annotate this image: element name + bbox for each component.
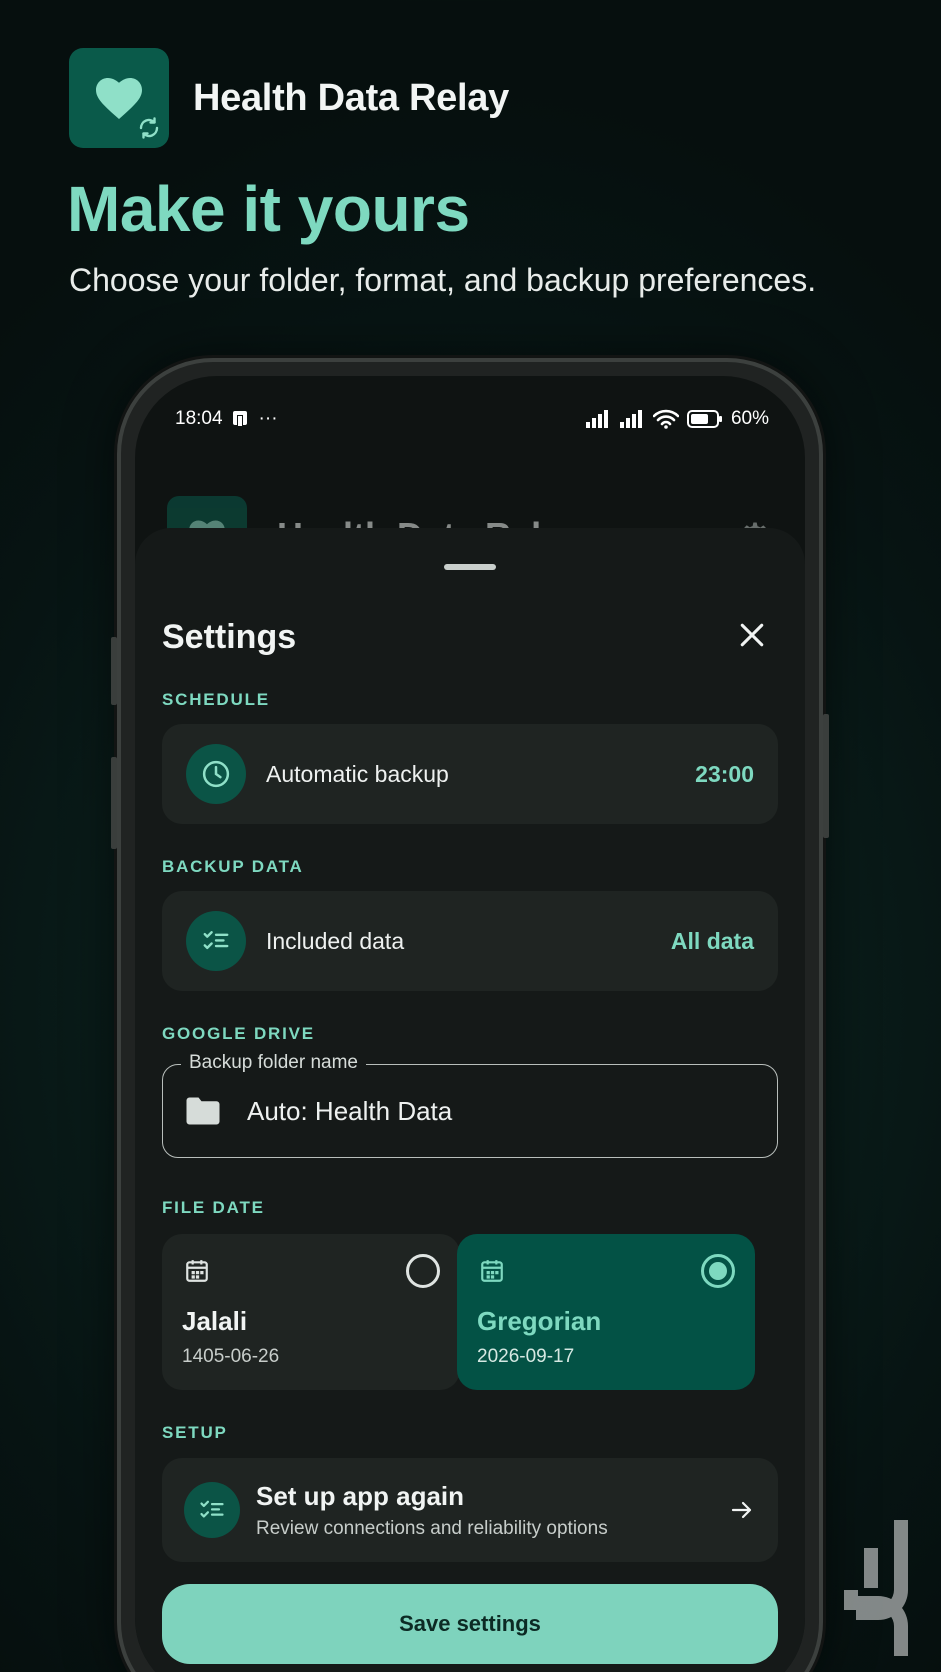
more-notifications-icon: ··· xyxy=(258,408,278,429)
side-button-right xyxy=(823,714,829,838)
section-label-schedule: SCHEDULE xyxy=(162,690,270,709)
jalali-radio[interactable] xyxy=(406,1254,440,1288)
headline: Make it yours xyxy=(67,173,470,245)
section-label-file-date: FILE DATE xyxy=(162,1198,265,1217)
status-time: 18:04 xyxy=(175,408,223,429)
folder-icon xyxy=(186,1097,220,1125)
section-label-setup: SETUP xyxy=(162,1423,228,1442)
backup-folder-value: Auto: Health Data xyxy=(247,1095,453,1126)
backup-folder-legend: Backup folder name xyxy=(181,1052,366,1074)
phone-screen: 18:04 ··· 60% Health Data Relay Settings xyxy=(135,376,805,1672)
included-data-value: All data xyxy=(670,927,754,954)
backup-folder-field[interactable]: Backup folder name Auto: Health Data xyxy=(162,1052,778,1158)
close-icon[interactable] xyxy=(739,622,765,648)
battery-percent: 60% xyxy=(730,408,769,429)
calendar-icon xyxy=(481,1260,503,1282)
setup-title: Set up app again xyxy=(256,1480,465,1511)
setup-subtitle: Review connections and reliability optio… xyxy=(256,1517,608,1539)
included-data-label: Included data xyxy=(266,927,405,954)
clock-icon-badge xyxy=(186,744,246,804)
automatic-backup-label: Automatic backup xyxy=(266,760,449,787)
jalali-name: Jalali xyxy=(182,1306,248,1336)
gregorian-sample: 2026-09-17 xyxy=(477,1346,575,1367)
clock-icon xyxy=(202,760,230,788)
section-label-backup-data: BACKUP DATA xyxy=(162,857,304,876)
setup-app-again-row[interactable]: Set up app again Review connections and … xyxy=(162,1458,778,1562)
arrow-right-icon xyxy=(731,1501,752,1519)
jalali-sample: 1405-06-26 xyxy=(182,1346,280,1367)
status-bar: 18:04 ··· 60% xyxy=(175,404,769,434)
save-settings-button[interactable]: Save settings xyxy=(162,1584,778,1664)
checklist-icon xyxy=(200,1500,224,1518)
subhead: Choose your folder, format, and backup p… xyxy=(69,262,817,298)
wifi-icon xyxy=(652,409,679,429)
gregorian-radio[interactable] xyxy=(701,1254,735,1288)
app-name: Health Data Relay xyxy=(193,76,509,119)
app-logo xyxy=(69,48,169,148)
gregorian-name: Gregorian xyxy=(477,1306,602,1336)
signal-icon-2 xyxy=(619,410,642,428)
calendar-icon xyxy=(186,1260,208,1282)
section-label-google-drive: GOOGLE DRIVE xyxy=(162,1024,315,1043)
sheet-title: Settings xyxy=(162,618,297,656)
store-watermark-icon xyxy=(844,1520,908,1656)
drag-handle[interactable] xyxy=(444,564,496,570)
included-data-row[interactable]: Included data All data xyxy=(162,891,778,991)
sync-icon xyxy=(139,117,159,139)
setup-text: Set up app again Review connections and … xyxy=(256,1481,730,1540)
power-button xyxy=(111,757,117,849)
heart-icon xyxy=(96,78,142,119)
automatic-backup-time: 23:00 xyxy=(695,760,754,787)
checklist-icon-badge xyxy=(184,1482,240,1538)
date-format-jalali[interactable]: Jalali 1405-06-26 xyxy=(162,1234,460,1390)
signal-icon xyxy=(585,410,608,428)
phone-frame: 18:04 ··· 60% Health Data Relay Settings xyxy=(111,358,829,1672)
settings-sheet: Settings SCHEDULE Automatic backup 23:00… xyxy=(135,528,805,1672)
battery-icon xyxy=(686,410,722,428)
date-format-gregorian[interactable]: Gregorian 2026-09-17 xyxy=(457,1234,755,1390)
volume-button xyxy=(111,637,117,705)
checklist-icon-badge xyxy=(186,911,246,971)
automatic-backup-row[interactable]: Automatic backup 23:00 xyxy=(162,724,778,824)
promo-header: Health Data Relay xyxy=(69,48,509,148)
checklist-icon xyxy=(203,931,229,950)
notification-icon xyxy=(232,411,247,427)
